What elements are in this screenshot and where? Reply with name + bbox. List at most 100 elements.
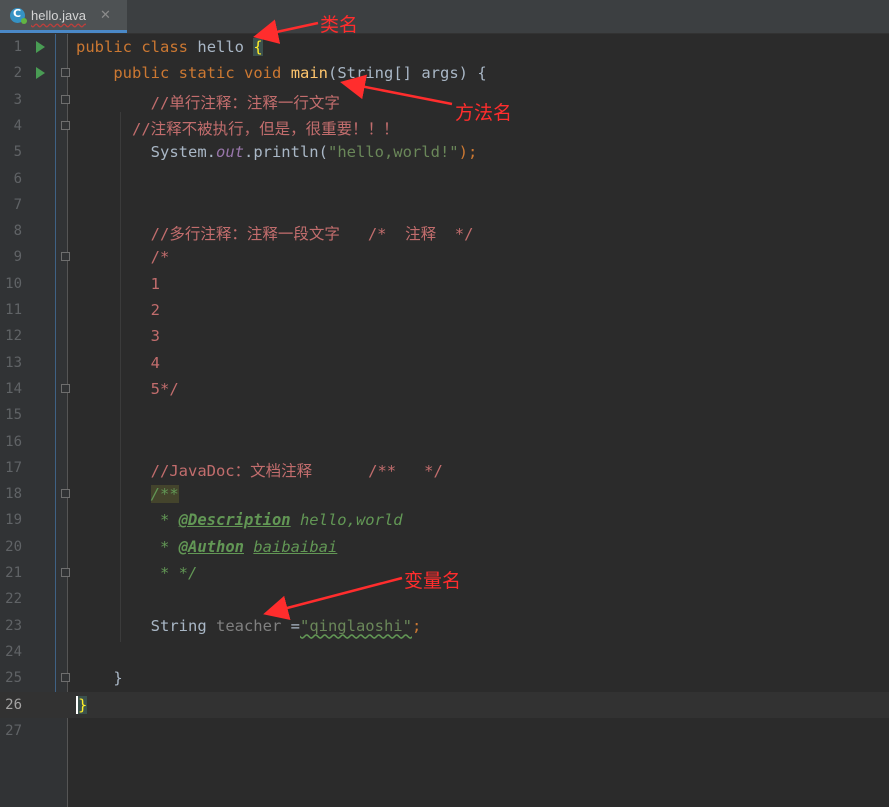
line-number: 7 [13, 196, 22, 213]
line-number: 16 [5, 433, 22, 450]
code-line[interactable]: 24 [0, 639, 889, 665]
code-line[interactable]: 20 * @Authon baibaibai [0, 534, 889, 560]
javadoc-tag: @Authon [178, 537, 244, 556]
code-line[interactable]: 5 System.out.println("hello,world!"); [0, 139, 889, 165]
comment: 2 [150, 301, 160, 319]
comment: 1 [150, 274, 160, 293]
line-number: 2 [13, 65, 22, 82]
method-name: main [290, 64, 329, 83]
fold-icon[interactable] [61, 120, 70, 130]
code-line-current[interactable]: 26 } [0, 691, 889, 718]
line-number: 3 [13, 91, 22, 108]
comment: //JavaDoc：文档注释 /** */ [150, 461, 443, 480]
code-line[interactable]: 7 [0, 192, 889, 218]
run-icon[interactable] [36, 41, 45, 53]
fold-icon[interactable] [61, 68, 70, 78]
code-line[interactable]: 8 //多行注释：注释一段文字 /* 注释 */ [0, 218, 889, 244]
fold-icon[interactable] [61, 383, 70, 393]
line-number: 11 [5, 302, 22, 318]
closing-brace: } [113, 669, 123, 688]
comment: //单行注释：注释一行文字 [150, 93, 340, 112]
line-number: 10 [5, 275, 22, 292]
comment: //多行注释：注释一段文字 /* 注释 */ [150, 225, 474, 244]
code-line[interactable]: 23 String teacher ="qinglaoshi"; [0, 613, 889, 639]
closing-brace: } [76, 695, 88, 714]
keyword: static [178, 64, 235, 83]
code-line[interactable]: 2 public static void main(String[] args)… [0, 60, 889, 86]
fold-icon[interactable] [61, 489, 70, 499]
line-number: 22 [5, 591, 22, 608]
line-number: 12 [5, 328, 22, 345]
javadoc-start: /** [150, 485, 179, 504]
code-line[interactable]: 16 [0, 429, 889, 455]
javadoc-end: * */ [150, 564, 198, 582]
code-token: .println( [243, 143, 328, 162]
code-token: hello,world [290, 511, 403, 530]
comment: //注释不被执行，但是，很重要！！！ [132, 119, 399, 138]
editor-tab-bar: hello.java ✕ [0, 0, 889, 34]
code-line[interactable]: 9 /* [0, 244, 889, 270]
method-params: (String[] args) { [328, 64, 487, 83]
code-token: ); [458, 143, 478, 162]
line-number: 21 [5, 565, 22, 581]
keyword: void [244, 64, 282, 83]
line-number: 14 [5, 380, 22, 397]
code-line[interactable]: 3 //单行注释：注释一行文字 [0, 87, 889, 113]
fold-icon[interactable] [61, 252, 70, 262]
fold-icon[interactable] [61, 673, 70, 683]
comment: 5*/ [150, 379, 179, 398]
line-number: 1 [13, 39, 22, 55]
javadoc-tag: @Description [178, 511, 291, 530]
code-line[interactable]: 19 * @Description hello,world [0, 507, 889, 533]
line-number: 13 [5, 354, 22, 371]
keyword: public [113, 64, 170, 83]
code-line[interactable]: 25 } [0, 665, 889, 691]
close-icon[interactable]: ✕ [100, 8, 111, 23]
code-token: out [215, 143, 244, 162]
fold-icon[interactable] [61, 94, 70, 104]
run-icon[interactable] [36, 67, 45, 80]
line-number: 24 [5, 643, 22, 660]
code-token: = [281, 616, 300, 635]
string-literal: "hello,world!" [327, 143, 459, 162]
tab-label: hello.java [31, 7, 86, 23]
code-line[interactable]: 6 [0, 166, 889, 192]
code-line[interactable]: 10 1 [0, 271, 889, 297]
annotation-class-name: 类名 [320, 15, 359, 36]
code-line[interactable]: 17 //JavaDoc：文档注释 /** */ [0, 455, 889, 481]
tab-hello-java[interactable]: hello.java ✕ [0, 0, 127, 33]
keyword: class [141, 38, 189, 56]
line-number: 4 [13, 117, 22, 134]
line-number: 8 [13, 223, 22, 240]
code-token: baibaibai [253, 537, 338, 556]
code-editor[interactable]: 1 public class hello { 2 public static v… [0, 34, 889, 807]
variable-name: teacher [215, 616, 282, 635]
code-token: System. [150, 143, 216, 162]
annotation-variable-name: 变量名 [404, 571, 462, 592]
annotation-method-name: 方法名 [455, 103, 513, 124]
code-token: String [150, 616, 216, 635]
line-number: 9 [13, 249, 22, 266]
line-number: 23 [5, 617, 22, 634]
code-line[interactable]: 1 public class hello { [0, 34, 889, 60]
code-line[interactable]: 18 /** [0, 481, 889, 507]
line-number: 18 [5, 486, 22, 503]
fold-icon[interactable] [61, 568, 70, 577]
code-line[interactable]: 13 4 [0, 350, 889, 376]
code-line[interactable]: 15 [0, 402, 889, 428]
code-line[interactable]: 14 5*/ [0, 376, 889, 402]
comment: 3 [150, 327, 160, 346]
code-line[interactable]: 27 [0, 718, 889, 744]
keyword: public [76, 38, 132, 56]
line-number: 17 [5, 459, 22, 476]
line-number: 5 [13, 144, 22, 161]
code-line[interactable]: 11 2 [0, 297, 889, 323]
line-number: 20 [5, 538, 22, 555]
code-line[interactable]: 4 //注释不被执行，但是，很重要！！！ [0, 113, 889, 139]
line-number: 27 [5, 722, 22, 739]
code-token: ; [411, 616, 422, 635]
code-line[interactable]: 12 3 [0, 323, 889, 349]
line-number: 26 [5, 696, 22, 713]
line-number: 25 [5, 670, 22, 687]
